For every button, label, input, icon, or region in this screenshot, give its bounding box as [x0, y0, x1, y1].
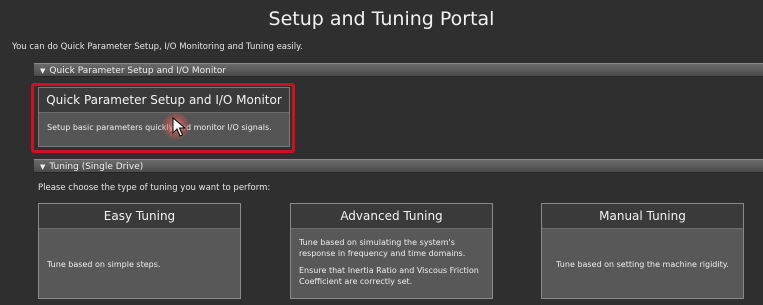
section-header-label: Quick Parameter Setup and I/O Monitor [49, 66, 227, 76]
manual-tuning-card[interactable]: Manual Tuning Tune based on setting the … [541, 203, 744, 299]
portal-title: Setup and Tuning Portal [268, 8, 495, 30]
mouse-cursor-icon [172, 117, 187, 137]
advanced-tuning-body: Tune based on simulating the system's re… [291, 229, 492, 299]
section-header-qps[interactable]: ▼ Quick Parameter Setup and I/O Monitor [34, 63, 763, 77]
section-header-tuning[interactable]: ▼ Tuning (Single Drive) [34, 159, 763, 173]
qps-card-title: Quick Parameter Setup and I/O Monitor [39, 88, 289, 113]
easy-tuning-card[interactable]: Easy Tuning Tune based on simple steps. [38, 203, 241, 299]
easy-tuning-description: Tune based on simple steps. [47, 259, 161, 269]
portal-intro-text: You can do Quick Parameter Setup, I/O Mo… [12, 42, 303, 52]
section-header-label: Tuning (Single Drive) [49, 162, 144, 172]
manual-tuning-title: Manual Tuning [542, 204, 743, 229]
manual-tuning-description: Tune based on setting the machine rigidi… [556, 259, 729, 269]
easy-tuning-title: Easy Tuning [39, 204, 240, 229]
advanced-tuning-description: Tune based on simulating the system's re… [299, 238, 466, 258]
advanced-tuning-card[interactable]: Advanced Tuning Tune based on simulating… [290, 203, 493, 299]
triangle-down-icon: ▼ [40, 163, 46, 171]
advanced-tuning-title: Advanced Tuning [291, 204, 492, 229]
advanced-tuning-note: Ensure that Inertia Ratio and Viscous Fr… [299, 266, 479, 286]
triangle-down-icon: ▼ [40, 67, 46, 75]
tuning-prompt: Please choose the type of tuning you wan… [38, 183, 271, 193]
